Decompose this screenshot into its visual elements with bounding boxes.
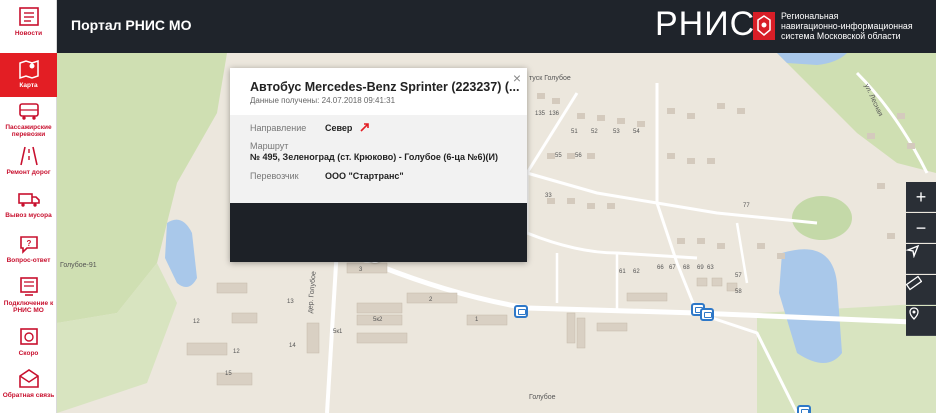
building-number: 62 (633, 269, 640, 275)
building-number: 15 (225, 371, 232, 377)
logo-wordmark: РНИС (655, 5, 756, 43)
nav-connect-label: Подключение к РНИС МО (3, 300, 54, 314)
nav-roads-label: Ремонт дорог (6, 169, 51, 176)
building-number: 58 (735, 289, 742, 295)
building-number: 77 (743, 203, 750, 209)
building-number: 53 (613, 129, 620, 135)
bus-icon (18, 103, 39, 120)
locate-button[interactable] (906, 244, 936, 274)
map-pin-icon (909, 307, 919, 320)
vehicle-info-popup: Автобус Mercedes-Benz Sprinter (223237) … (230, 68, 527, 262)
building-number: 66 (657, 265, 664, 271)
building-number: 135 (535, 111, 546, 117)
logo-line-1: Региональная (781, 11, 839, 21)
nav-map[interactable]: Карта (0, 53, 57, 97)
bus-stop-marker[interactable] (797, 405, 811, 413)
nav-map-label: Карта (19, 82, 38, 89)
map-icon (18, 59, 39, 80)
nav-feedback[interactable]: Обратная связь (0, 368, 57, 412)
nav-faq-label: Вопрос-ответ (6, 257, 51, 264)
nav-news[interactable]: Новости (0, 6, 57, 46)
plus-icon: + (915, 186, 927, 207)
building-number: 12 (193, 319, 200, 325)
building-number: 51 (571, 129, 578, 135)
direction-arrow-icon (360, 123, 369, 132)
bus-stop-marker[interactable] (700, 308, 714, 321)
ruler-icon (906, 275, 922, 291)
logo-line-3: система Московской области (781, 31, 901, 41)
building-number: 1 (475, 317, 479, 323)
minus-icon: − (915, 217, 927, 238)
soon-icon (19, 328, 38, 345)
mail-icon (18, 369, 39, 388)
building-number: 63 (707, 265, 714, 271)
building-number: 14 (289, 343, 296, 349)
location-arrow-icon (906, 244, 920, 258)
map-label-golubye91: Голубое-91 (60, 262, 97, 269)
building-number: 69 (697, 265, 704, 271)
news-icon (18, 7, 39, 26)
direction-value: Север (325, 123, 353, 133)
nav-roads[interactable]: Ремонт дорог (0, 145, 57, 185)
nav-soon-label: Скоро (18, 350, 39, 357)
route-value: № 495, Зеленоград (ст. Крюково) - Голубо… (250, 152, 499, 162)
direction-label: Направление (250, 123, 307, 133)
carrier-label: Перевозчик (250, 171, 299, 181)
map-canvas[interactable]: Голубое-91 Голубое дер. Голубое ул. Лесн… (57, 53, 936, 413)
building-number: 55 (555, 153, 562, 159)
map-label-golubye: Голубое (529, 394, 556, 401)
truck-icon (17, 193, 40, 207)
nav-passenger[interactable]: Пассажирские перевозки (0, 100, 57, 140)
question-icon: ? (19, 236, 38, 254)
building-number: 5к2 (373, 317, 383, 323)
header: Портал РНИС МО РНИС Региональная навигац… (57, 0, 936, 53)
sidebar: Новости Карта Пассажирские перевозки Рем… (0, 0, 57, 413)
building-number: 2 (429, 297, 433, 303)
nav-passenger-label: Пассажирские перевозки (5, 124, 52, 138)
ruler-button[interactable] (906, 275, 936, 305)
building-number: 61 (619, 269, 626, 275)
route-label: Маршрут (250, 141, 289, 151)
map-label-tupik: туск Голубое (529, 75, 571, 82)
nav-faq[interactable]: ? Вопрос-ответ (0, 233, 57, 273)
popup-received-time: Данные получены: 24.07.2018 09:41:31 (250, 96, 396, 105)
building-number: 5к1 (333, 329, 343, 335)
logo-emblem-icon (753, 12, 775, 40)
popup-details: Направление Север Маршрут № 495, Зеленог… (230, 115, 527, 203)
building-number: 56 (575, 153, 582, 159)
building-number: 13 (287, 299, 294, 305)
popup-footer (230, 203, 527, 262)
page-title: Портал РНИС МО (71, 17, 192, 33)
building-number: 52 (591, 129, 598, 135)
nav-garbage-label: Вывоз мусора (5, 212, 52, 219)
logo-line-2: навигационно-информационная (781, 21, 913, 31)
connect-icon (19, 277, 38, 296)
logo-caption: Региональная навигационно-информационная… (781, 11, 913, 41)
zoom-in-button[interactable]: + (906, 182, 936, 212)
nav-soon[interactable]: Скоро (0, 326, 57, 362)
building-number: 3 (359, 267, 363, 273)
building-number: 67 (669, 265, 676, 271)
building-number: 33 (545, 193, 552, 199)
svg-text:?: ? (26, 239, 31, 248)
nav-feedback-label: Обратная связь (2, 392, 55, 399)
close-icon[interactable]: × (513, 70, 521, 86)
building-number: 54 (633, 129, 640, 135)
building-number: 12 (233, 349, 240, 355)
layers-button[interactable] (906, 306, 936, 336)
nav-connect[interactable]: Подключение к РНИС МО (0, 276, 57, 322)
carrier-value: ООО "Стартранс" (325, 171, 404, 181)
popup-title: Автобус Mercedes-Benz Sprinter (223237) … (250, 80, 520, 94)
building-number: 136 (549, 111, 560, 117)
road-icon (19, 146, 38, 166)
zoom-out-button[interactable]: − (906, 213, 936, 243)
nav-news-label: Новости (14, 30, 43, 37)
building-number: 57 (735, 273, 742, 279)
building-number: 68 (683, 265, 690, 271)
bus-stop-marker[interactable] (514, 305, 528, 318)
nav-garbage[interactable]: Вывоз мусора (0, 188, 57, 228)
